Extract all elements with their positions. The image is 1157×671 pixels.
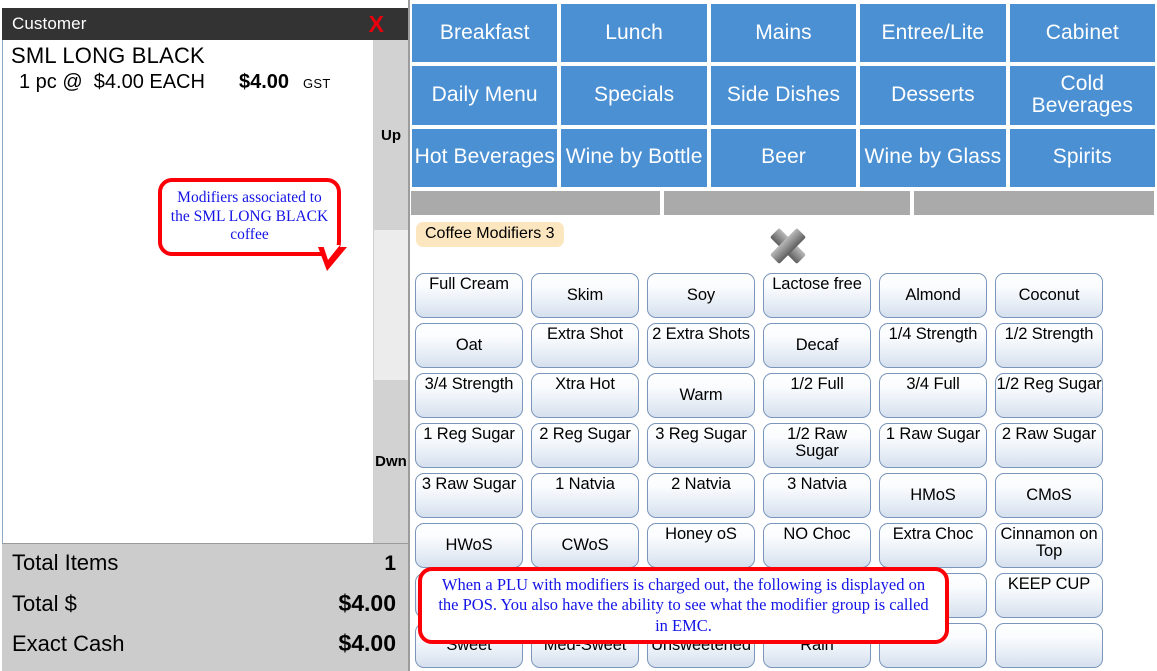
category-button[interactable]: Wine by Bottle	[560, 127, 708, 188]
table-row[interactable]: 1 pc @ $4.00 EACH $4.00 GST	[3, 69, 373, 94]
exact-cash-row[interactable]: Exact Cash $4.00	[12, 630, 396, 670]
pos-screen: Customer X SML LONG BLACK 1 pc @ $4.00 E…	[0, 0, 1157, 671]
category-button[interactable]: Beer	[709, 127, 858, 188]
modifier-button[interactable]: 1 Reg Sugar	[415, 423, 523, 468]
receipt-item-qty-price: 1 pc @ $4.00 EACH	[19, 71, 205, 93]
category-button[interactable]: Lunch	[560, 3, 708, 64]
category-button[interactable]: Wine by Glass	[859, 127, 1007, 188]
receipt-titlebar: Customer X	[2, 8, 408, 40]
modifier-button[interactable]: Soy	[647, 273, 755, 318]
total-amount-label: Total $	[12, 591, 77, 616]
empty-strip-1[interactable]	[410, 190, 661, 216]
modifier-group-tab[interactable]: Coffee Modifiers 3	[416, 222, 564, 247]
close-icon[interactable]: X	[369, 12, 402, 36]
modifier-button[interactable]: 1 Raw Sugar	[879, 423, 987, 468]
receipt-item-name: SML LONG BLACK	[11, 43, 205, 68]
modifier-button[interactable]: 2 Raw Sugar	[995, 423, 1103, 468]
receipt-title: Customer	[12, 14, 87, 33]
modifier-button[interactable]: Cinnamon on Top	[995, 523, 1103, 568]
modifier-button[interactable]: 2 Extra Shots	[647, 323, 755, 368]
modifier-button[interactable]: Full Cream	[415, 273, 523, 318]
category-button[interactable]: Side Dishes	[709, 65, 858, 126]
modifier-button[interactable]: Lactose free	[763, 273, 871, 318]
modifier-button[interactable]: CWoS	[531, 523, 639, 568]
modifier-button[interactable]: 1/2 Full	[763, 373, 871, 418]
modifier-button[interactable]: Oat	[415, 323, 523, 368]
modifier-button[interactable]: KEEP CUP	[995, 573, 1103, 618]
modifier-button[interactable]: Xtra Hot	[531, 373, 639, 418]
modifier-button[interactable]: 3/4 Strength	[415, 373, 523, 418]
scroll-up-button[interactable]: Up	[374, 40, 408, 230]
modifier-button[interactable]: Decaf	[763, 323, 871, 368]
modifier-button[interactable]: 3/4 Full	[879, 373, 987, 418]
receipt-item-tax-code: GST	[303, 76, 331, 91]
annotation-callout-bottom: When a PLU with modifiers is charged out…	[418, 567, 949, 644]
modifier-button[interactable]: 1/2 Reg Sugar	[995, 373, 1103, 418]
modifier-button[interactable]: CMoS	[995, 473, 1103, 518]
annotation-callout-left-tail	[318, 245, 347, 271]
exact-cash-label: Exact Cash	[12, 631, 125, 656]
modifier-button[interactable]: 1/2 Strength	[995, 323, 1103, 368]
category-button[interactable]: Entree/Lite	[859, 3, 1007, 64]
receipt-item-list: SML LONG BLACK 1 pc @ $4.00 EACH $4.00 G…	[2, 40, 374, 543]
modifier-button[interactable]: 1 Natvia	[531, 473, 639, 518]
modifier-button[interactable]: 3 Natvia	[763, 473, 871, 518]
category-button[interactable]: Hot Beverages	[411, 127, 559, 188]
totals-panel: Total Items 1 Total $ $4.00 Exact Cash $…	[2, 543, 408, 671]
category-button[interactable]: Specials	[560, 65, 708, 126]
empty-strip-3[interactable]	[913, 190, 1155, 216]
modifier-button[interactable]: Almond	[879, 273, 987, 318]
modifier-button[interactable]: 2 Reg Sugar	[531, 423, 639, 468]
modifier-button[interactable]: Skim	[531, 273, 639, 318]
empty-strip-row	[410, 190, 1157, 216]
category-button[interactable]: Cold Beverages	[1008, 65, 1156, 126]
empty-strip-2[interactable]	[663, 190, 911, 216]
category-button[interactable]: Breakfast	[411, 3, 559, 64]
close-x-icon[interactable]	[760, 222, 816, 270]
modifier-button[interactable]: 1/2 Raw Sugar	[763, 423, 871, 468]
category-button[interactable]: Cabinet	[1008, 3, 1156, 64]
modifier-button[interactable]: HMoS	[879, 473, 987, 518]
modifier-button[interactable]: Coconut	[995, 273, 1103, 318]
category-button[interactable]: Daily Menu	[411, 65, 559, 126]
total-items-value: 1	[384, 552, 396, 575]
modifier-button[interactable]: Extra Shot	[531, 323, 639, 368]
total-items-label: Total Items	[12, 550, 119, 575]
category-button[interactable]: Spirits	[1008, 127, 1156, 188]
total-amount-row: Total $ $4.00	[12, 590, 396, 630]
category-button[interactable]: Desserts	[859, 65, 1007, 126]
total-amount-value: $4.00	[338, 590, 396, 616]
modifier-button[interactable]: HWoS	[415, 523, 523, 568]
modifier-button[interactable]: 1/4 Strength	[879, 323, 987, 368]
modifier-button[interactable]: NO Choc	[763, 523, 871, 568]
modifier-button[interactable]: 2 Natvia	[647, 473, 755, 518]
category-button-grid: Breakfast Lunch Mains Entree/Lite Cabinet Dai…	[410, 3, 1157, 188]
modifier-button[interactable]	[995, 623, 1103, 668]
modifier-button[interactable]: 3 Reg Sugar	[647, 423, 755, 468]
modifier-button[interactable]: Honey oS	[647, 523, 755, 568]
exact-cash-value: $4.00	[338, 630, 396, 656]
receipt-scrollbar[interactable]: Up Dwn	[374, 40, 408, 543]
total-items-row: Total Items 1	[12, 550, 396, 590]
annotation-callout-left: Modifiers associated to the SML LONG BLA…	[158, 178, 341, 256]
modifier-button[interactable]: Warm	[647, 373, 755, 418]
modifier-button[interactable]: Extra Choc	[879, 523, 987, 568]
customer-receipt-panel: Customer X SML LONG BLACK 1 pc @ $4.00 E…	[0, 0, 410, 671]
receipt-item-amount: $4.00	[238, 71, 290, 93]
category-button[interactable]: Mains	[709, 3, 858, 64]
scroll-down-button[interactable]: Dwn	[374, 380, 408, 543]
modifier-button[interactable]: 3 Raw Sugar	[415, 473, 523, 518]
